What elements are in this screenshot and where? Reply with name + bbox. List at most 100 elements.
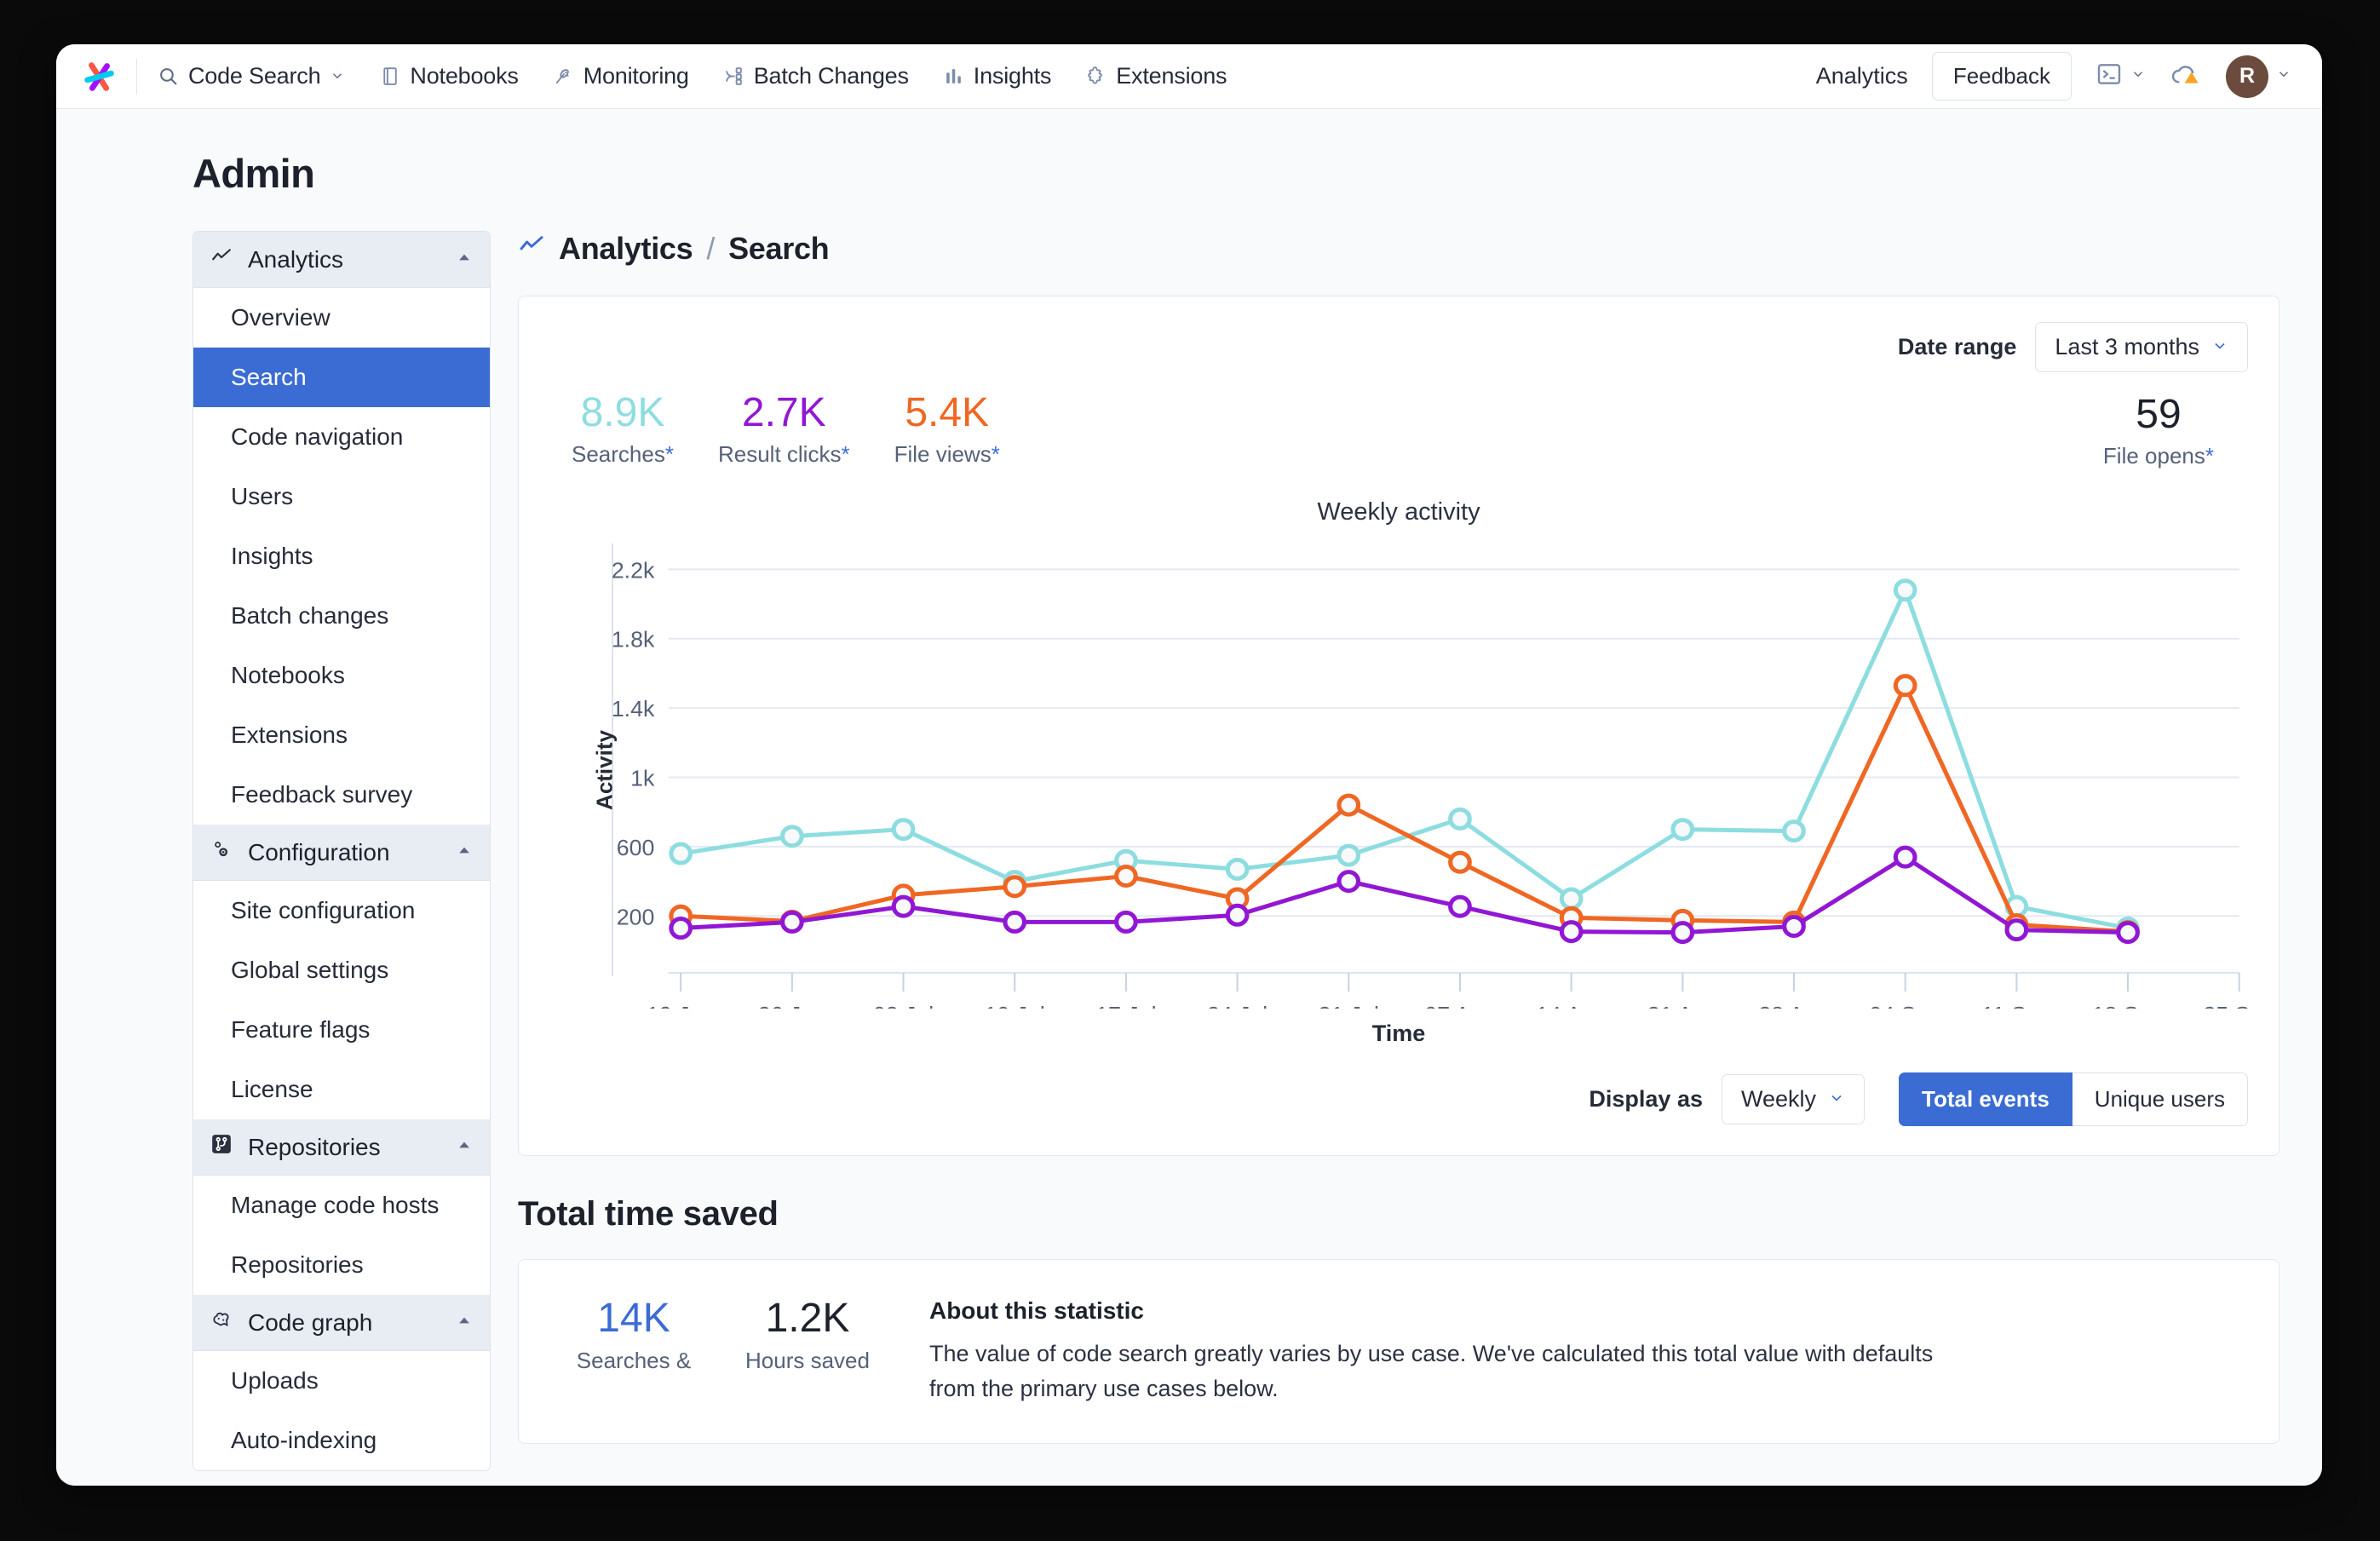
chevron-up-icon — [456, 249, 473, 270]
breadcrumb-current: Search — [728, 231, 830, 266]
display-as-select[interactable]: Weekly — [1721, 1074, 1865, 1124]
svg-text:1k: 1k — [630, 766, 655, 791]
chart-title: Weekly activity — [1317, 498, 1480, 526]
line-chart-icon — [518, 231, 545, 267]
chevron-down-icon — [2276, 66, 2291, 86]
page-title: Admin — [193, 151, 315, 196]
nav-items: Code Search Notebooks Monitoring Batch C… — [158, 63, 1227, 89]
svg-text:25 Sep: 25 Sep — [2203, 1002, 2248, 1009]
sidebar-item-auto-indexing[interactable]: Auto-indexing — [193, 1411, 490, 1470]
sidebar-group-repositories[interactable]: Repositories — [193, 1119, 490, 1176]
tts-stat-hours-saved: 1.2K Hours saved — [723, 1297, 892, 1406]
events-toggle-group: Total events Unique users — [1899, 1072, 2248, 1126]
total-time-saved-title: Total time saved — [518, 1195, 779, 1233]
svg-text:600: 600 — [617, 835, 655, 860]
sidebar-item-overview[interactable]: Overview — [193, 288, 490, 348]
sidebar-group-code-graph[interactable]: Code graph — [193, 1295, 490, 1351]
sidebar-item-code-navigation[interactable]: Code navigation — [193, 407, 490, 467]
sidebar-item-extensions[interactable]: Extensions — [193, 705, 490, 765]
chevron-up-icon — [456, 842, 473, 863]
nav-right-group: Analytics Feedback R — [1816, 52, 2291, 101]
unique-users-button[interactable]: Unique users — [2072, 1072, 2248, 1126]
about-title: About this statistic — [928, 1297, 1144, 1324]
breadcrumb-root[interactable]: Analytics — [559, 231, 693, 267]
screen: Code Search Notebooks Monitoring Batch C… — [0, 0, 2380, 1541]
about-this-statistic: About this statistic The value of code s… — [900, 1297, 1934, 1406]
stat-label: Result clicks* — [717, 440, 850, 467]
sidebar-item-license[interactable]: License — [193, 1060, 490, 1119]
svg-text:14 Aug: 14 Aug — [1536, 1002, 1607, 1009]
stat-label: File views* — [894, 440, 1000, 467]
sidebar-item-search[interactable]: Search — [193, 348, 490, 407]
nav-item-notebooks[interactable]: Notebooks — [379, 63, 519, 89]
x-axis-label: Time — [1371, 1021, 1426, 1046]
sidebar-group-label: Configuration — [248, 838, 390, 865]
date-range-row: Date range Last 3 months — [549, 322, 2248, 372]
analytics-link[interactable]: Analytics — [1816, 63, 1908, 89]
brain-icon — [210, 1308, 233, 1337]
tts-stat-searches: 14K Searches & — [553, 1297, 715, 1406]
cloud-warning-icon — [2170, 60, 2202, 92]
svg-text:200: 200 — [617, 905, 655, 930]
sidebar-item-manage-code-hosts[interactable]: Manage code hosts — [193, 1176, 490, 1235]
chart-svg: 200 600 1k 1.4k 1.8k 2.2k 19 Jun 26 Jun 03 Jul 10… — [612, 543, 2275, 1027]
cloud-warning-button[interactable] — [2170, 60, 2202, 92]
chevron-down-icon — [2211, 334, 2228, 360]
sidebar-item-users[interactable]: Users — [193, 467, 490, 526]
sidebar-item-insights[interactable]: Insights — [193, 526, 490, 586]
terminal-menu-button[interactable] — [2095, 60, 2146, 92]
sidebar-item-feature-flags[interactable]: Feature flags — [193, 1000, 490, 1060]
chart-controls-row: Display as Weekly Total events Unique us… — [549, 1072, 2248, 1126]
user-menu-button[interactable]: R — [2226, 55, 2291, 98]
display-as-value: Weekly — [1740, 1086, 1817, 1112]
nav-item-code-search[interactable]: Code Search — [158, 63, 345, 89]
total-events-button[interactable]: Total events — [1899, 1072, 2072, 1126]
batch-changes-icon — [723, 66, 744, 87]
chevron-down-icon — [330, 63, 345, 89]
feedback-button[interactable]: Feedback — [1931, 52, 2072, 101]
stat-file-opens: 59 File opens* — [2103, 391, 2248, 469]
summary-stats-row: 8.9K Searches* 2.7K Result clicks* 5.4K … — [549, 390, 2248, 469]
main-content: Analytics / Search Date range Last 3 mon… — [518, 231, 2322, 1471]
nav-item-insights[interactable]: Insights — [943, 63, 1051, 89]
stat-label: Searches* — [572, 440, 674, 467]
tts-stat-label: Searches & — [576, 1348, 692, 1374]
notebook-icon — [379, 66, 400, 87]
search-icon — [158, 66, 179, 87]
total-time-saved-card: 14K Searches & 1.2K Hours saved About th… — [518, 1259, 2279, 1444]
breadcrumb: Analytics / Search — [518, 231, 2279, 267]
sidebar-item-uploads[interactable]: Uploads — [193, 1351, 490, 1411]
sidebar-group-configuration[interactable]: Configuration — [193, 825, 490, 881]
svg-text:17 Jul: 17 Jul — [1095, 1002, 1156, 1009]
nav-item-monitoring[interactable]: Monitoring — [553, 63, 689, 89]
sidebar-group-label: Code graph — [248, 1308, 373, 1336]
source-branch-icon — [210, 1133, 233, 1161]
sidebar-item-repositories[interactable]: Repositories — [193, 1235, 490, 1295]
breadcrumb-separator: / — [706, 231, 716, 266]
about-text: The value of code search greatly varies … — [928, 1341, 1934, 1401]
chevron-up-icon — [456, 1312, 473, 1333]
nav-label: Extensions — [1116, 63, 1227, 89]
tts-stat-label: Hours saved — [745, 1348, 870, 1374]
chevron-down-icon — [2130, 66, 2146, 86]
sidebar-item-global-settings[interactable]: Global settings — [193, 940, 490, 1000]
date-range-label: Date range — [1897, 334, 2017, 359]
sourcegraph-logo-icon[interactable] — [78, 55, 121, 98]
svg-text:10 Jul: 10 Jul — [985, 1002, 1045, 1009]
sidebar-item-batch-changes[interactable]: Batch changes — [193, 586, 490, 646]
date-range-select[interactable]: Last 3 months — [2035, 322, 2248, 372]
nav-divider — [136, 58, 137, 95]
stat-value: 5.4K — [905, 390, 990, 435]
nav-item-batch-changes[interactable]: Batch Changes — [723, 63, 909, 89]
y-axis-label: Activity — [591, 730, 618, 810]
stat-file-views: 5.4K File views* — [872, 390, 1022, 468]
sidebar-item-feedback-survey[interactable]: Feedback survey — [193, 765, 490, 825]
page-body: Admin Analytics Overview Search Code nav… — [56, 109, 2322, 1486]
svg-text:19 Jun: 19 Jun — [647, 1002, 715, 1009]
nav-item-extensions[interactable]: Extensions — [1085, 63, 1227, 89]
sidebar-group-analytics[interactable]: Analytics — [193, 232, 490, 288]
sidebar-item-site-configuration[interactable]: Site configuration — [193, 881, 490, 940]
search-analytics-card: Date range Last 3 months 8.9K Searches* … — [518, 296, 2279, 1156]
sidebar-item-notebooks[interactable]: Notebooks — [193, 646, 490, 705]
nav-label: Notebooks — [410, 63, 519, 89]
